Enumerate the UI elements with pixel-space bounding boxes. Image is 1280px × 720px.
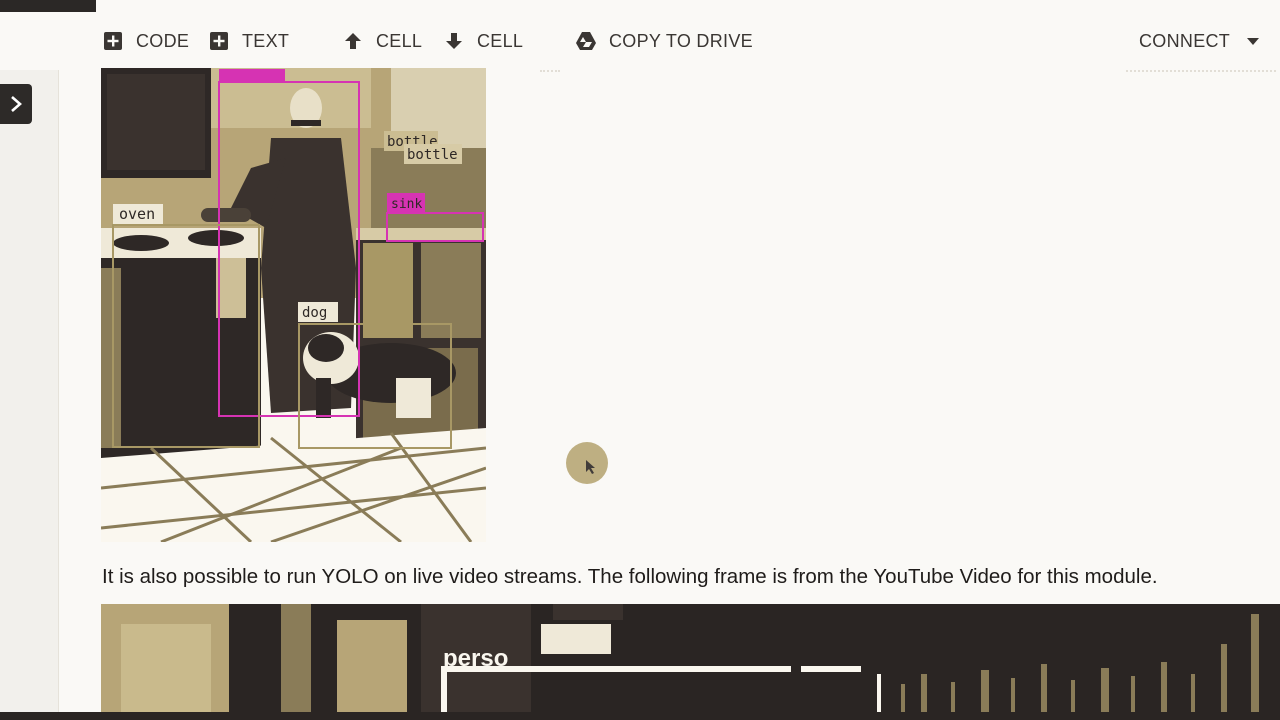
cell-gutter [0,70,59,720]
copy-to-drive-label: COPY TO DRIVE [609,30,753,51]
sink-label: sink [391,197,422,212]
notebook-toolbar: CODE TEXT CELL CELL COPY TO DRIVE CONNEC… [0,14,1280,70]
add-code-label: CODE [136,30,190,51]
caret-down-icon[interactable] [1246,36,1260,46]
mouse-cursor-highlight [566,442,608,484]
move-cell-down-label: CELL [477,30,524,51]
chevron-right-icon [11,96,22,112]
connect-button[interactable]: CONNECT [1139,30,1260,52]
arrow-up-icon [342,30,364,52]
connect-label: CONNECT [1139,30,1231,51]
copy-to-drive-button[interactable]: COPY TO DRIVE [575,30,753,52]
add-code-button[interactable]: CODE [102,30,189,52]
divider [1126,70,1276,73]
move-cell-up-button[interactable]: CELL [342,30,422,52]
add-box-icon [102,30,124,52]
video-frame-image: perso [101,604,1280,720]
add-box-icon [208,30,230,52]
add-text-button[interactable]: TEXT [208,30,289,52]
move-cell-down-button[interactable]: CELL [443,30,523,52]
top-strip [0,0,96,12]
add-text-label: TEXT [242,30,290,51]
arrow-down-icon [443,30,465,52]
drive-icon [575,30,597,52]
cursor-icon [586,460,595,474]
dog-label: dog [302,305,327,321]
detection-output-image: oven bottle bottle sink dog [101,68,486,542]
move-cell-up-label: CELL [376,30,423,51]
bottom-bar [0,712,1280,720]
divider [540,70,560,73]
sidebar-toggle-button[interactable] [0,84,32,124]
bottle-label: bottle [407,147,458,163]
oven-label: oven [119,205,155,223]
markdown-paragraph: It is also possible to run YOLO on live … [102,565,1158,588]
